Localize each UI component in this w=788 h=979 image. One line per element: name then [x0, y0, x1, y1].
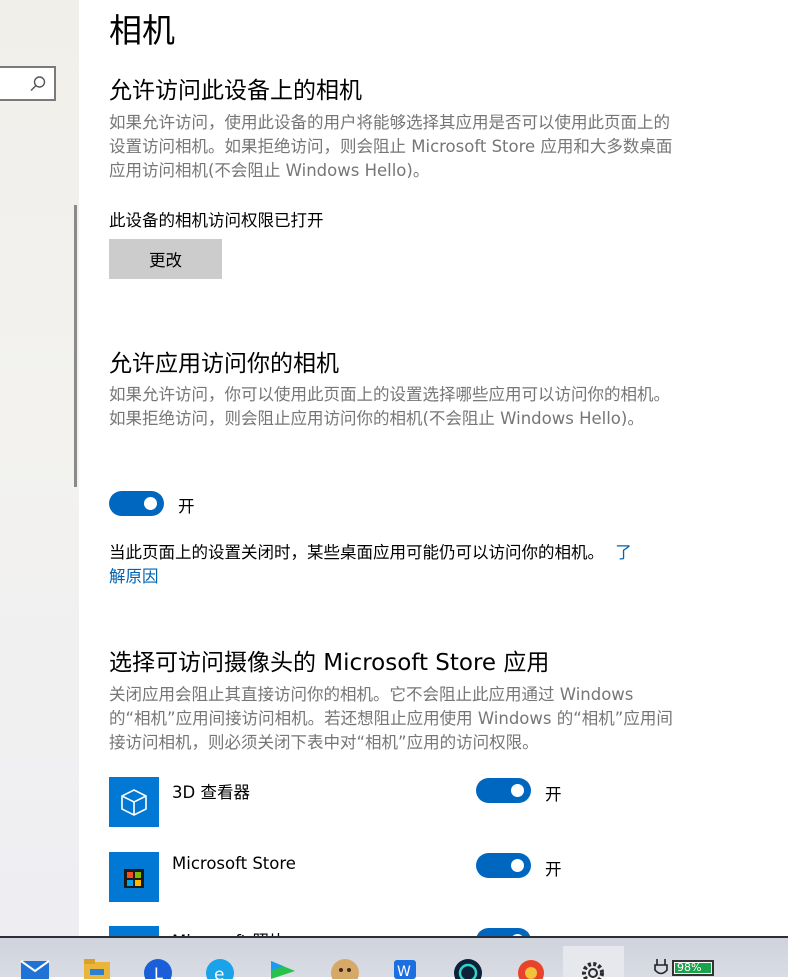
music-icon[interactable]	[453, 957, 483, 979]
app-toggle-label: 开	[545, 860, 562, 879]
battery-indicator[interactable]: 98%	[672, 960, 714, 976]
app-access-toggle[interactable]	[109, 491, 164, 516]
browser-e-icon[interactable]: e	[205, 957, 235, 979]
svg-text:e: e	[214, 965, 224, 979]
device-access-status: 此设备的相机访问权限已打开	[109, 211, 324, 230]
store-bag-icon	[124, 869, 144, 888]
settings-sidebar	[0, 0, 79, 936]
taskbar: L e W 98%	[0, 936, 788, 979]
note-text: 当此页面上的设置关闭时，某些桌面应用可能仍可以访问你的相机。	[109, 543, 604, 562]
toggle-knob	[144, 497, 157, 510]
app-l-icon[interactable]: L	[143, 957, 173, 979]
learn-more-link[interactable]: 解原因	[109, 563, 159, 587]
toggle-knob	[511, 784, 524, 797]
camera-settings-page: 相机 允许访问此设备上的相机 如果允许访问，使用此设备的用户将能够选择其应用是否…	[79, 0, 788, 976]
app-tile-3d-viewer	[109, 777, 159, 827]
game-icon[interactable]	[516, 957, 546, 979]
page-title: 相机	[109, 11, 175, 50]
device-access-heading: 允许访问此设备上的相机	[109, 78, 362, 104]
app-access-toggle-label: 开	[178, 497, 195, 516]
change-button[interactable]: 更改	[109, 239, 222, 279]
file-explorer-icon[interactable]	[82, 957, 112, 979]
app-name: Microsoft Store	[172, 854, 296, 873]
learn-more-link-part1[interactable]: 了	[615, 543, 632, 562]
store-apps-description: 关闭应用会阻止其直接访问你的相机。它不会阻止此应用通过 Windows 的“相机…	[109, 685, 673, 752]
video-player-icon[interactable]	[267, 957, 297, 979]
settings-gear-icon[interactable]	[578, 957, 608, 979]
app-access-note: 当此页面上的设置关闭时，某些桌面应用可能仍可以访问你的相机。 了	[109, 539, 632, 563]
battery-percent: 98%	[677, 961, 702, 974]
avatar-dog-icon[interactable]	[330, 957, 360, 979]
toggle-knob	[511, 859, 524, 872]
sidebar-scrollbar[interactable]	[74, 205, 77, 487]
svg-text:W: W	[397, 964, 411, 979]
device-access-description: 如果允许访问，使用此设备的用户将能够选择其应用是否可以使用此页面上的设置访问相机…	[109, 113, 673, 180]
cube-icon	[121, 789, 147, 816]
app-toggle-3d-viewer[interactable]	[476, 778, 531, 803]
app-access-description: 如果允许访问，你可以使用此页面上的设置选择哪些应用可以访问你的相机。如果拒绝访问…	[109, 385, 670, 428]
app-name: 3D 查看器	[172, 783, 250, 802]
search-icon	[30, 76, 46, 91]
app-toggle-microsoft-store[interactable]	[476, 853, 531, 878]
search-input[interactable]	[0, 66, 56, 101]
mail-icon[interactable]	[20, 957, 50, 979]
wps-icon[interactable]: W	[391, 957, 421, 979]
app-access-heading: 允许应用访问你的相机	[109, 351, 339, 377]
app-tile-microsoft-store	[109, 852, 159, 902]
store-apps-heading: 选择可访问摄像头的 Microsoft Store 应用	[109, 650, 550, 676]
power-plug-icon	[654, 959, 668, 975]
app-toggle-label: 开	[545, 785, 562, 804]
svg-text:L: L	[154, 964, 163, 979]
